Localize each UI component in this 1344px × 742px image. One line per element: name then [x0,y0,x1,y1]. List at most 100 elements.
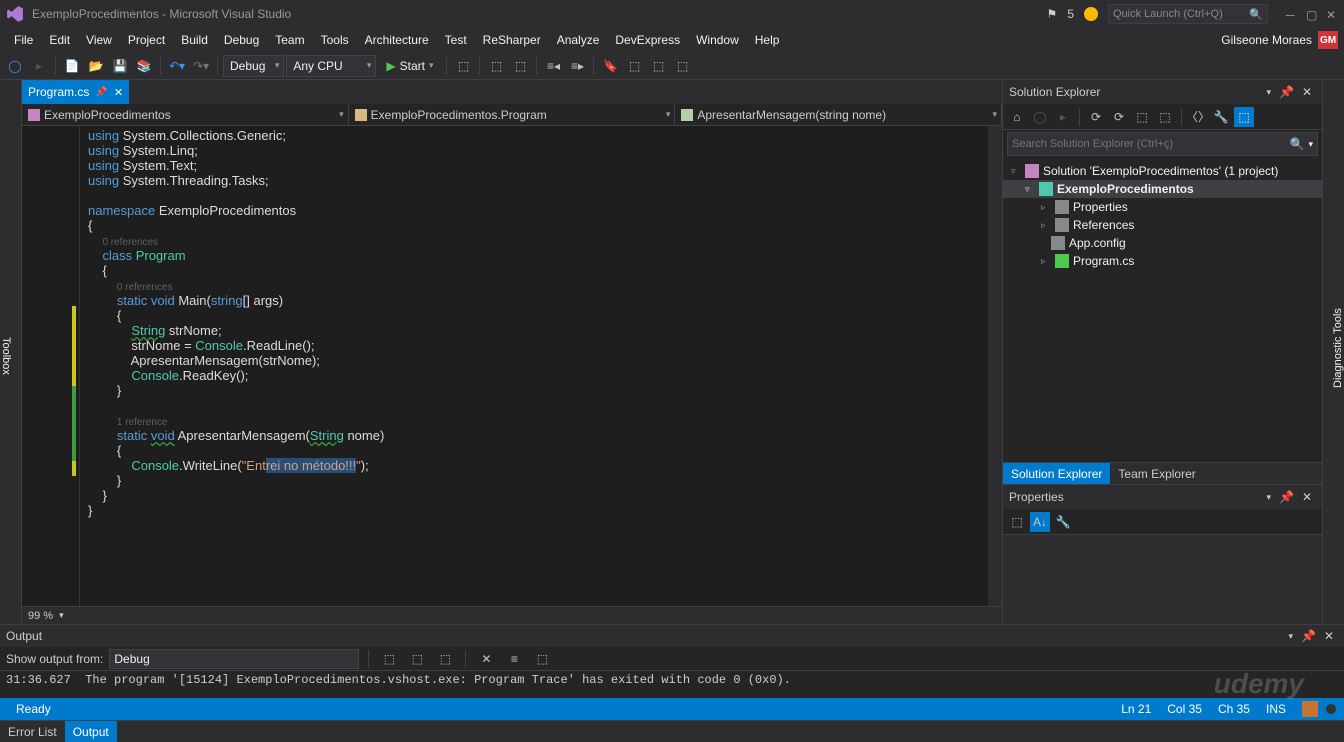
open-button[interactable]: 📂 [85,55,107,77]
pin-icon[interactable]: 📌 [95,87,107,98]
maximize-button[interactable]: ▢ [1306,8,1318,20]
menu-view[interactable]: View [78,33,120,47]
bookmark-button[interactable]: 🔖 [599,55,621,77]
output-source-dropdown[interactable]: Debug [109,649,359,669]
save-button[interactable]: 💾 [109,55,131,77]
se-props-icon[interactable]: 🔧 [1211,107,1231,127]
tb-icon-3[interactable]: ⬚ [509,55,531,77]
context-method-dropdown[interactable]: ApresentarMensagem(string nome) [675,104,1002,125]
props-close-icon[interactable]: ✕ [1302,490,1312,504]
toolbox-tab[interactable]: Toolbox [0,80,22,624]
menu-build[interactable]: Build [173,33,216,47]
se-collapse-icon[interactable]: ⬚ [1132,107,1152,127]
zoom-dropdown-icon[interactable]: ▾ [59,610,64,621]
props-cat-icon[interactable]: ⬚ [1007,512,1027,532]
solution-search-input[interactable]: 🔍 ▾ [1007,132,1318,156]
search-dropdown-icon[interactable]: ▾ [1308,139,1313,150]
tab-close-icon[interactable]: ✕ [114,86,123,99]
zoom-level[interactable]: 99 % [28,610,53,622]
feedback-icon[interactable] [1084,7,1098,21]
output-wrap-icon[interactable]: ≡ [503,648,525,670]
panel-close-icon[interactable]: ✕ [1302,85,1312,99]
menu-resharper[interactable]: ReSharper [475,33,549,47]
save-all-button[interactable]: 📚 [133,55,155,77]
config-dropdown[interactable]: Debug [223,55,284,77]
output-clear-icon[interactable]: ✕ [475,648,497,670]
context-class-dropdown[interactable]: ExemploProcedimentos.Program [349,104,676,125]
tb-icon-end[interactable]: ⬚ [671,55,693,77]
se-preview-icon[interactable]: ⬚ [1234,107,1254,127]
output-dropdown-icon[interactable]: ▾ [1288,631,1293,642]
comment-button[interactable]: ⬚ [623,55,645,77]
tab-team-explorer[interactable]: Team Explorer [1110,463,1203,484]
close-button[interactable]: ✕ [1326,8,1338,20]
se-sync-icon[interactable]: ⟳ [1086,107,1106,127]
props-dropdown-icon[interactable]: ▾ [1266,492,1271,503]
props-az-icon[interactable]: A↓ [1030,512,1050,532]
props-pin-icon[interactable]: 📌 [1279,490,1294,504]
minimize-button[interactable]: ─ [1286,8,1298,20]
tab-output[interactable]: Output [65,721,117,742]
tree-appconfig[interactable]: App.config [1003,234,1322,252]
output-tb-1[interactable]: ⬚ [378,648,400,670]
menu-help[interactable]: Help [747,33,788,47]
status-ins: INS [1266,702,1286,716]
notification-count[interactable]: 5 [1067,7,1074,21]
se-fwd-icon[interactable]: ▸ [1053,107,1073,127]
output-close-icon[interactable]: ✕ [1324,629,1334,643]
platform-dropdown[interactable]: Any CPU [286,55,376,77]
indent-in-button[interactable]: ≡▸ [566,55,588,77]
panel-dropdown-icon[interactable]: ▾ [1266,87,1271,98]
menu-test[interactable]: Test [437,33,475,47]
status-rec-icon[interactable] [1326,704,1336,714]
quick-launch-input[interactable]: Quick Launch (Ctrl+Q) 🔍 [1108,4,1268,24]
menu-file[interactable]: File [6,33,41,47]
code-editor[interactable]: using System.Collections.Generic;using S… [22,126,1002,606]
panel-pin-icon[interactable]: 📌 [1279,85,1294,99]
tree-programcs[interactable]: ▹Program.cs [1003,252,1322,270]
menu-analyze[interactable]: Analyze [549,33,608,47]
tree-solution[interactable]: ▿Solution 'ExemploProcedimentos' (1 proj… [1003,162,1322,180]
uncomment-button[interactable]: ⬚ [647,55,669,77]
menu-devexpress[interactable]: DevExpress [607,33,688,47]
redo-button[interactable]: ↷▾ [190,55,212,77]
context-project-dropdown[interactable]: ExemploProcedimentos [22,104,349,125]
se-back-icon[interactable]: ◯ [1030,107,1050,127]
menu-team[interactable]: Team [267,33,312,47]
menu-architecture[interactable]: Architecture [357,33,437,47]
diagnostic-tools-tab[interactable]: Diagnostic Tools [1322,80,1344,624]
menu-window[interactable]: Window [688,33,747,47]
se-code-icon[interactable]: 〈〉 [1188,107,1208,127]
tab-solution-explorer[interactable]: Solution Explorer [1003,463,1110,484]
props-wrench-icon[interactable]: 🔧 [1053,512,1073,532]
start-button[interactable]: ▶Start▾ [378,55,441,77]
tb-icon-1[interactable]: ⬚ [452,55,474,77]
nav-fwd-button[interactable]: ▸ [28,55,50,77]
undo-button[interactable]: ↶▾ [166,55,188,77]
menu-debug[interactable]: Debug [216,33,267,47]
menu-project[interactable]: Project [120,33,173,47]
tree-project[interactable]: ▿ExemploProcedimentos [1003,180,1322,198]
menu-tools[interactable]: Tools [313,33,357,47]
vertical-scrollbar[interactable] [988,126,1002,606]
tab-error-list[interactable]: Error List [0,721,65,742]
se-showall-icon[interactable]: ⬚ [1155,107,1175,127]
nav-back-button[interactable]: ◯ [4,55,26,77]
flag-icon[interactable]: ⚑ [1047,7,1058,21]
se-home-icon[interactable]: ⌂ [1007,107,1027,127]
se-refresh-icon[interactable]: ⟳ [1109,107,1129,127]
output-pin-icon[interactable]: 📌 [1301,629,1316,643]
tree-properties[interactable]: ▹Properties [1003,198,1322,216]
menu-edit[interactable]: Edit [41,33,78,47]
status-pub-icon[interactable] [1302,701,1318,717]
new-project-button[interactable]: 📄 [61,55,83,77]
output-tb-6[interactable]: ⬚ [531,648,553,670]
user-name[interactable]: Gilseone Moraes [1221,33,1312,47]
tb-icon-2[interactable]: ⬚ [485,55,507,77]
tree-references[interactable]: ▹References [1003,216,1322,234]
output-tb-2[interactable]: ⬚ [406,648,428,670]
output-tb-3[interactable]: ⬚ [434,648,456,670]
user-avatar[interactable]: GM [1318,31,1338,49]
indent-out-button[interactable]: ≡◂ [542,55,564,77]
file-tab-program[interactable]: Program.cs 📌 ✕ [22,80,129,104]
